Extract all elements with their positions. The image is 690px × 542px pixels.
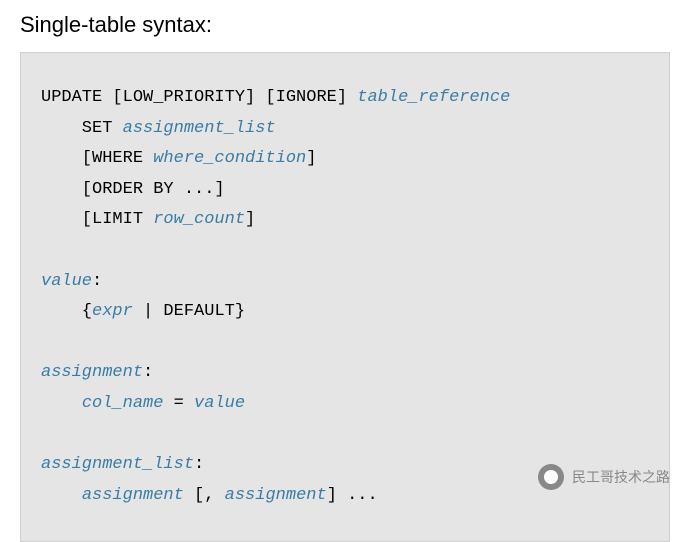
code-text: ] ... [327, 486, 378, 505]
code-text: : [92, 272, 102, 291]
code-param: row_count [153, 210, 245, 229]
code-param: assignment [41, 363, 143, 382]
code-text: [WHERE [41, 149, 153, 168]
code-param: value [194, 394, 245, 413]
code-text: | DEFAULT} [133, 302, 245, 321]
code-text [41, 486, 82, 505]
code-param: assignment_list [41, 455, 194, 474]
code-param: assignment_list [123, 119, 276, 138]
code-text: : [194, 455, 204, 474]
code-param: expr [92, 302, 133, 321]
code-param: assignment [82, 486, 184, 505]
section-heading: Single-table syntax: [0, 0, 690, 52]
code-param: where_condition [153, 149, 306, 168]
code-text: { [41, 302, 92, 321]
watermark: 民工哥技术之路 [538, 464, 670, 490]
code-text: : [143, 363, 153, 382]
wechat-icon [538, 464, 564, 490]
code-text [41, 394, 82, 413]
code-text: ] [306, 149, 316, 168]
code-text: SET [41, 119, 123, 138]
code-text: [ORDER BY ...] [41, 180, 225, 199]
code-param: table_reference [357, 88, 510, 107]
code-param: col_name [82, 394, 164, 413]
code-text: UPDATE [LOW_PRIORITY] [IGNORE] [41, 88, 357, 107]
code-param: assignment [225, 486, 327, 505]
watermark-text: 民工哥技术之路 [572, 467, 670, 487]
code-param: value [41, 272, 92, 291]
code-text: = [163, 394, 194, 413]
code-text: ] [245, 210, 255, 229]
code-text: [, [184, 486, 225, 505]
code-text: [LIMIT [41, 210, 153, 229]
